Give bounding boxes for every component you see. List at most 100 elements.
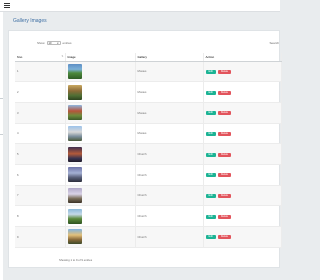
cell-gallery: Movies: [135, 81, 204, 103]
gallery-name: Movies: [137, 131, 147, 136]
sno-value: 5: [17, 152, 19, 157]
sno-value: 2: [17, 90, 19, 95]
side-divider: [0, 98, 3, 99]
sno-value: 8: [17, 214, 19, 219]
table-row: 6 Church Edit Delete: [15, 164, 282, 186]
delete-button[interactable]: Delete: [217, 152, 232, 157]
cell-sno: 3: [15, 102, 66, 124]
cell-gallery: Church: [135, 205, 204, 227]
delete-button[interactable]: Delete: [217, 214, 232, 219]
gallery-name: Church: [137, 193, 147, 198]
cell-action: Edit Delete: [203, 81, 282, 103]
cell-action: Edit Delete: [203, 185, 282, 207]
sno-value: 7: [17, 193, 19, 198]
edit-button[interactable]: Edit: [205, 69, 216, 74]
cell-image: [65, 61, 136, 83]
entries-label: entries: [62, 41, 72, 45]
gallery-name: Movies: [137, 69, 147, 74]
cell-image: [65, 102, 136, 124]
table-row: 5 Church Edit Delete: [15, 143, 282, 165]
hamburger-menu-icon[interactable]: [4, 3, 10, 8]
gallery-name: Movies: [137, 110, 147, 115]
cell-action: Edit Delete: [203, 205, 282, 227]
gallery-name: Church: [137, 172, 147, 177]
gallery-thumbnail[interactable]: [67, 146, 82, 162]
delete-button[interactable]: Delete: [217, 69, 232, 74]
gallery-thumbnail[interactable]: [67, 63, 82, 79]
table-row: 8 Church Edit Delete: [15, 205, 282, 227]
cell-gallery: Church: [135, 164, 204, 186]
cell-gallery: Church: [135, 143, 204, 165]
edit-button[interactable]: Edit: [205, 90, 216, 95]
cell-sno: 7: [15, 185, 66, 207]
show-label: Show: [37, 41, 45, 45]
edit-button[interactable]: Edit: [205, 152, 216, 157]
table-row: 1 Movies Edit Delete: [15, 61, 282, 83]
page-title: Gallery Images: [13, 18, 47, 24]
edit-button[interactable]: Edit: [205, 111, 216, 116]
delete-button[interactable]: Delete: [217, 173, 232, 178]
cell-action: Edit Delete: [203, 61, 282, 83]
table-row: 3 Movies Edit Delete: [15, 102, 282, 124]
search-label: Search: [269, 41, 279, 45]
cell-image: [65, 205, 136, 227]
cell-sno: 4: [15, 123, 66, 145]
gallery-name: Church: [137, 214, 147, 219]
chevron-down-icon: ▾: [57, 41, 59, 45]
entries-value: 10: [48, 41, 52, 45]
column-header-gallery[interactable]: Gallery: [135, 53, 204, 62]
cell-sno: 2: [15, 81, 66, 103]
table-info: Showing 1 to 9 of 9 entries: [59, 258, 93, 262]
gallery-thumbnail[interactable]: [67, 125, 82, 141]
gallery-name: Church: [137, 152, 147, 157]
cell-image: [65, 164, 136, 186]
cell-sno: 5: [15, 143, 66, 165]
sort-icon: ⇅: [61, 55, 64, 58]
cell-action: Edit Delete: [203, 102, 282, 124]
cell-image: [65, 143, 136, 165]
cell-sno: 8: [15, 205, 66, 227]
edit-button[interactable]: Edit: [205, 173, 216, 178]
cell-action: Edit Delete: [203, 164, 282, 186]
gallery-thumbnail[interactable]: [67, 167, 82, 183]
delete-button[interactable]: Delete: [217, 235, 232, 240]
cell-action: Edit Delete: [203, 123, 282, 145]
side-strip: [0, 12, 3, 280]
cell-gallery: Church: [135, 226, 204, 248]
edit-button[interactable]: Edit: [205, 214, 216, 219]
gallery-thumbnail[interactable]: [67, 187, 82, 203]
delete-button[interactable]: Delete: [217, 193, 232, 198]
column-header-image[interactable]: Image: [65, 53, 136, 62]
table-row: 4 Movies Edit Delete: [15, 123, 282, 145]
gallery-thumbnail[interactable]: [67, 84, 82, 100]
gallery-thumbnail[interactable]: [67, 229, 82, 245]
sno-value: 9: [17, 234, 19, 239]
gallery-thumbnail[interactable]: [67, 208, 82, 224]
cell-action: Edit Delete: [203, 143, 282, 165]
entries-select[interactable]: 10 ▾: [46, 41, 61, 45]
top-bar: [0, 0, 280, 12]
delete-button[interactable]: Delete: [217, 90, 232, 95]
sno-value: 1: [17, 69, 19, 74]
column-header-sno[interactable]: Sno ⇅: [15, 53, 66, 62]
edit-button[interactable]: Edit: [205, 235, 216, 240]
cell-image: [65, 123, 136, 145]
gallery-thumbnail[interactable]: [67, 105, 82, 121]
show-entries-control: Show 10 ▾ entries: [37, 41, 72, 45]
edit-button[interactable]: Edit: [205, 131, 216, 136]
cell-gallery: Movies: [135, 123, 204, 145]
side-divider: [0, 134, 3, 135]
cell-action: Edit Delete: [203, 226, 282, 248]
cell-image: [65, 185, 136, 207]
table-row: 2 Movies Edit Delete: [15, 81, 282, 103]
cell-gallery: Movies: [135, 61, 204, 83]
table-header-row: Sno ⇅ Image Gallery Action: [15, 53, 282, 62]
cell-gallery: Movies: [135, 102, 204, 124]
column-header-action: Action: [203, 53, 282, 62]
delete-button[interactable]: Delete: [217, 131, 232, 136]
edit-button[interactable]: Edit: [205, 193, 216, 198]
delete-button[interactable]: Delete: [217, 111, 232, 116]
sno-value: 4: [17, 131, 19, 136]
gallery-name: Church: [137, 234, 147, 239]
gallery-images-card: Show 10 ▾ entries Search Sno ⇅ Image Gall…: [8, 30, 282, 268]
